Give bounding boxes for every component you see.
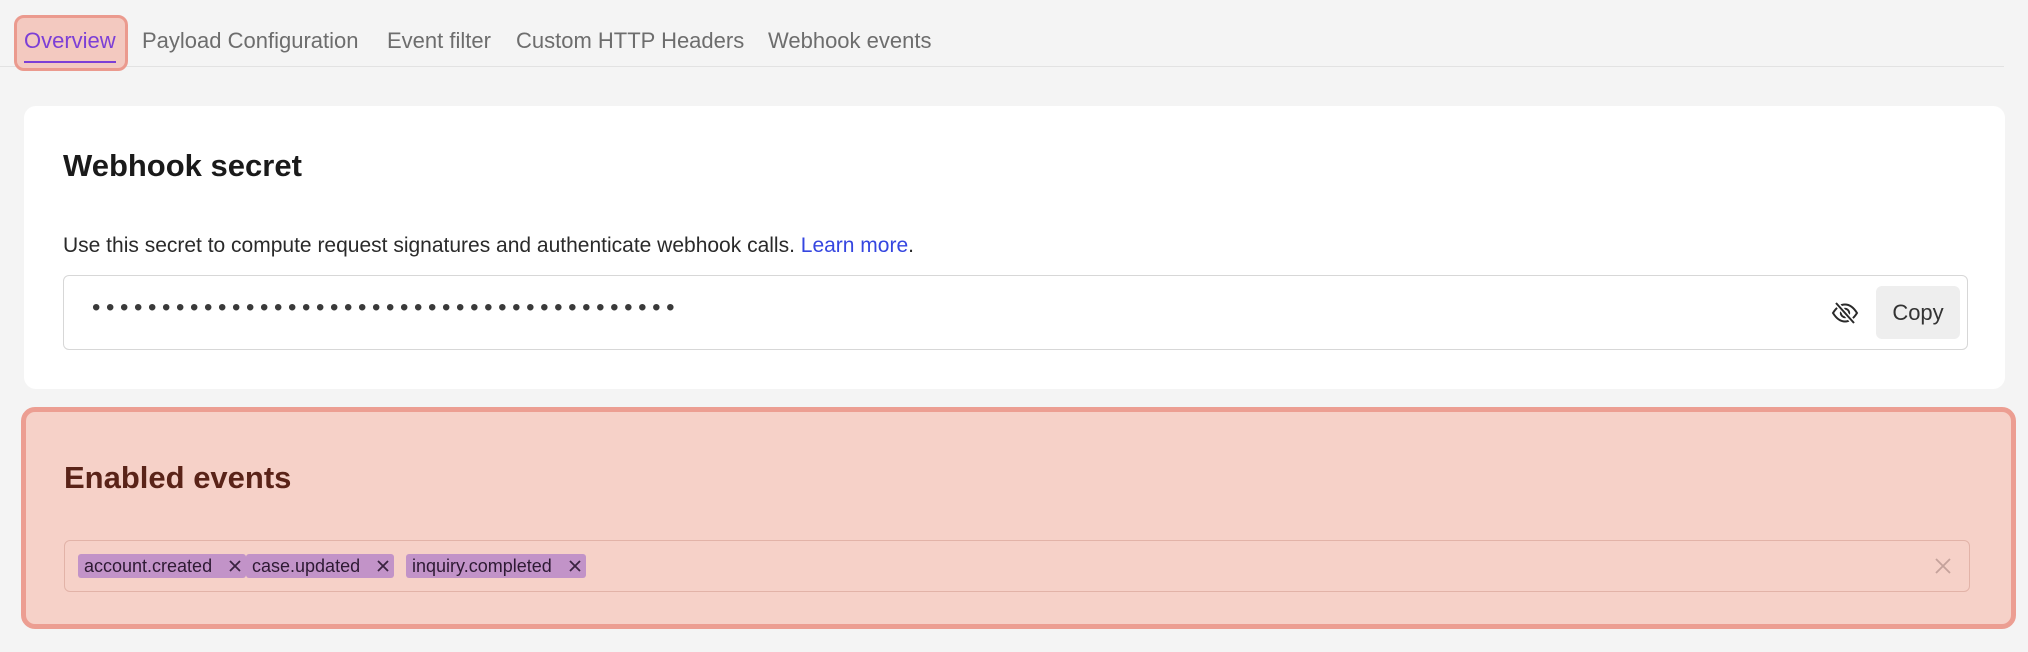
copy-button[interactable]: Copy [1876,286,1960,339]
webhook-secret-field[interactable]: ••••••••••••••••••••••••••••••••••••••••… [63,275,1968,350]
webhook-secret-card: Webhook secret Use this secret to comput… [24,106,2005,389]
eye-off-icon [1831,301,1859,325]
tab-webhook-events[interactable]: Webhook events [768,18,931,64]
tab-custom-http-headers-label: Custom HTTP Headers [516,28,745,53]
remove-tag-button[interactable] [564,554,586,578]
webhook-secret-title: Webhook secret [63,148,302,183]
remove-tag-button[interactable] [372,554,394,578]
tab-webhook-events-label: Webhook events [768,28,932,53]
tab-overview-label: Overview [24,28,116,53]
clear-all-button[interactable] [1931,554,1955,578]
tab-bar: Overview Payload Configuration Event fil… [0,0,2004,71]
close-icon [569,560,581,572]
close-icon [377,560,389,572]
tab-event-filter[interactable]: Event filter [387,18,491,64]
tab-event-filter-label: Event filter [387,28,491,53]
tab-payload-configuration[interactable]: Payload Configuration [142,18,358,64]
tab-overview[interactable]: Overview [24,18,116,64]
webhook-secret-description-text: Use this secret to compute request signa… [63,234,795,257]
webhook-secret-masked-value: ••••••••••••••••••••••••••••••••••••••••… [92,294,681,321]
event-tag: case.updated [246,554,395,578]
toggle-visibility-button[interactable] [1830,298,1860,328]
event-tag: inquiry.completed [406,554,586,578]
event-tag: account.created [78,554,247,578]
tab-payload-configuration-label: Payload Configuration [142,28,359,53]
remove-tag-button[interactable] [224,554,246,578]
webhook-secret-description: Use this secret to compute request signa… [63,234,914,258]
close-icon [229,560,241,572]
copy-button-label: Copy [1892,299,1944,325]
learn-more-link[interactable]: Learn more [801,234,908,257]
event-tag-label: account.created [84,555,213,576]
enabled-events-card: Enabled events account.created case.upda… [21,407,2016,629]
tab-custom-http-headers[interactable]: Custom HTTP Headers [516,18,744,64]
active-tab-underline [24,61,116,63]
enabled-events-select[interactable]: account.created case.updated inquiry.com… [64,540,1970,592]
event-tag-label: inquiry.completed [412,555,552,576]
event-tag-label: case.updated [252,555,361,576]
enabled-events-title: Enabled events [64,460,292,495]
close-icon [1935,558,1951,574]
webhook-secret-description-end: . [908,234,914,257]
